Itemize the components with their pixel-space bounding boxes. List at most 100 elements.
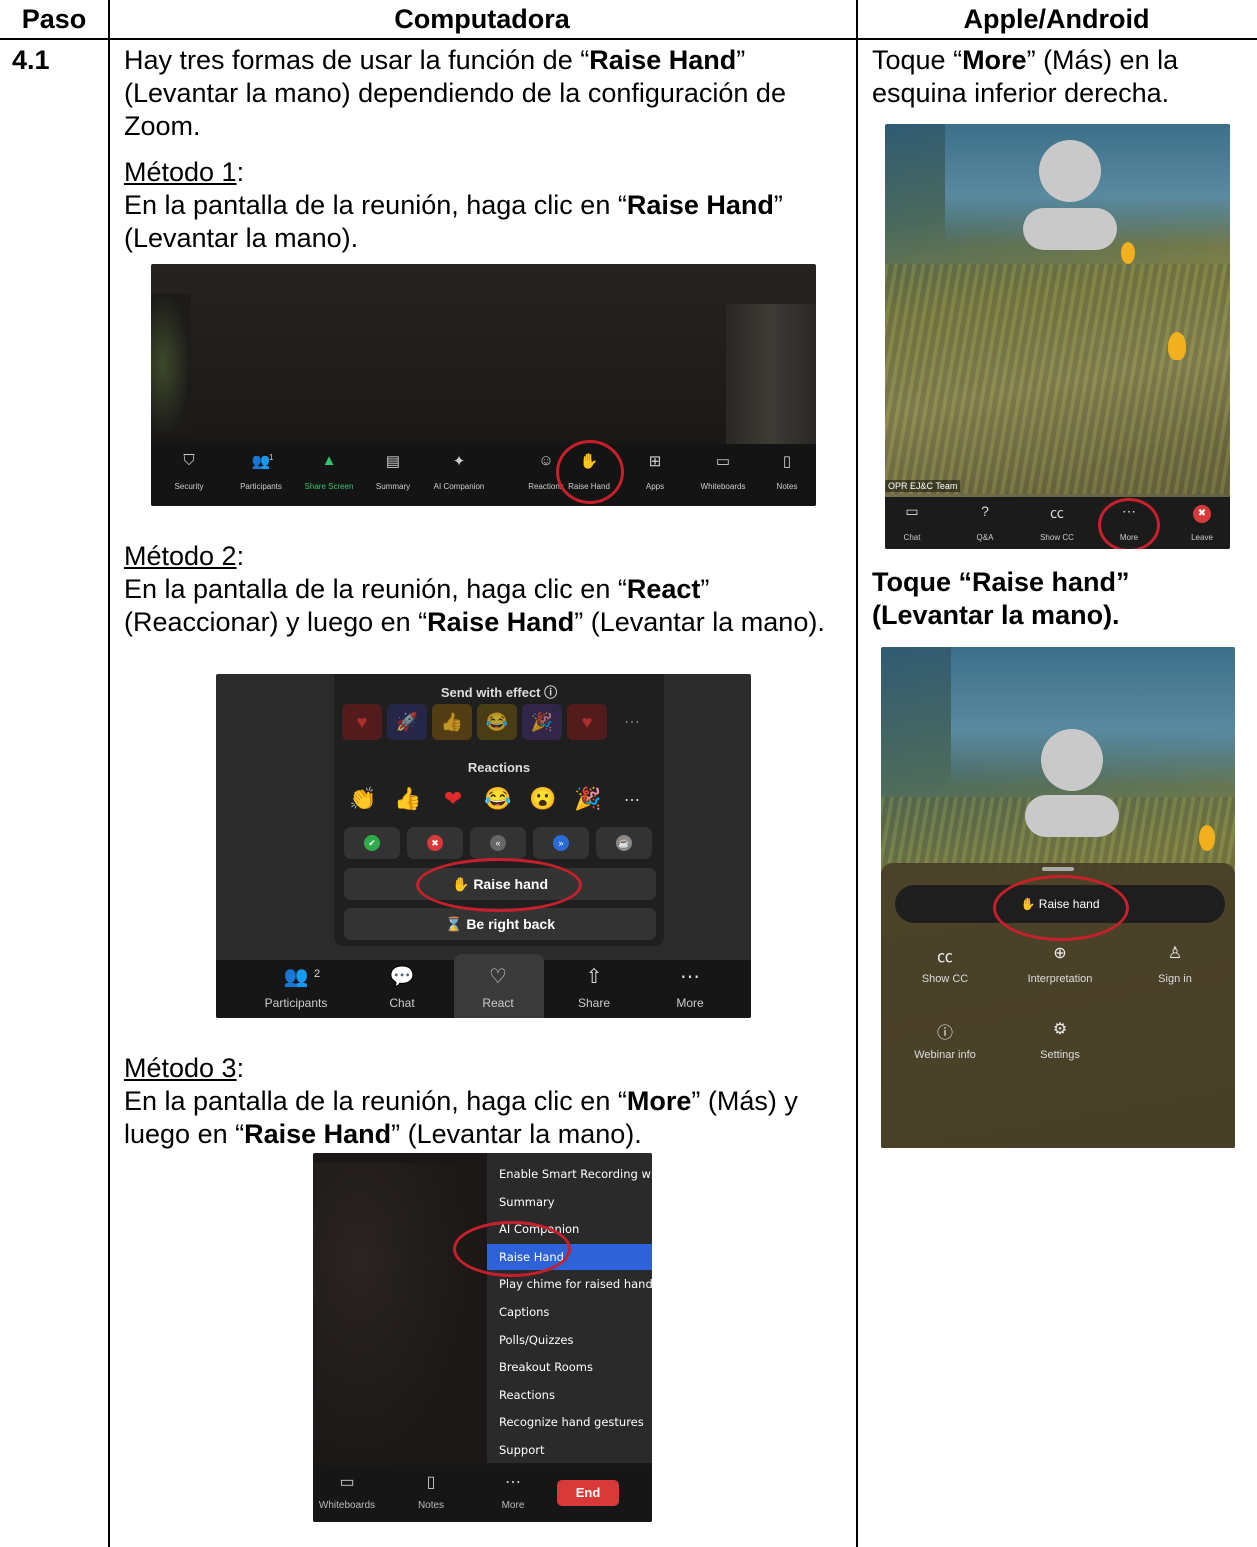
- sparkle-icon[interactable]: ✦: [449, 452, 469, 470]
- header-computer: Computadora: [394, 4, 570, 34]
- sheet-item-sign-in[interactable]: Sign in: [1125, 973, 1225, 985]
- person-silhouette: [313, 1163, 483, 1483]
- toolbar-label-chat: Chat: [389, 996, 415, 1010]
- more-icon[interactable]: ⋯: [501, 1472, 525, 1492]
- highlight-ring: [453, 1221, 571, 1277]
- status-button-0[interactable]: ✔: [344, 827, 400, 859]
- shield-icon[interactable]: ⛉: [179, 452, 199, 469]
- method-1-text: Método 1: En la pantalla de la reunión, …: [124, 157, 783, 253]
- menu-item-recognize-hand-gestures[interactable]: Recognize hand gestures: [487, 1409, 652, 1435]
- emoji-reaction-1[interactable]: 👍: [391, 786, 425, 812]
- participants-icon[interactable]: 👥: [251, 452, 271, 470]
- participants-icon[interactable]: 👥: [282, 964, 310, 989]
- mobile-step-1-text: Toque “More” (Más) en la esquina inferio…: [872, 45, 1179, 108]
- more-reactions-icon[interactable]: ⋯: [624, 790, 640, 810]
- closed-caption-icon[interactable]: ㏄: [1045, 503, 1069, 523]
- share-icon[interactable]: ⇧: [580, 964, 608, 989]
- globe-icon[interactable]: ⊕: [1048, 943, 1072, 963]
- status-button-4[interactable]: ☕: [596, 827, 652, 859]
- chat-icon[interactable]: 💬: [388, 964, 416, 989]
- hourglass-icon: ⌛: [444, 916, 463, 932]
- effect-0[interactable]: ♥: [342, 704, 382, 740]
- highlight-ring: [1098, 498, 1160, 549]
- qa-icon[interactable]: ?: [973, 503, 997, 519]
- menu-item-enable-smart-recording-wi[interactable]: Enable Smart Recording wi: [487, 1161, 652, 1187]
- person-icon[interactable]: ♙: [1163, 943, 1187, 963]
- whiteboard-icon[interactable]: ▭: [335, 1472, 359, 1492]
- be-right-back-button[interactable]: ⌛ Be right back: [344, 908, 656, 940]
- apps-icon[interactable]: ⊞: [645, 452, 665, 470]
- closed-caption-icon[interactable]: ㏄: [933, 943, 957, 967]
- highlight-ring: [993, 875, 1129, 941]
- column-divider: [108, 0, 110, 1547]
- header-divider: [0, 38, 1257, 40]
- heart-icon[interactable]: ♡: [484, 964, 512, 989]
- gear-icon[interactable]: ⚙: [1048, 1019, 1072, 1039]
- screenshot-method-2: Send with effect ⓘ ♥ 🚀 👍 😂 🎉 ♥ ⋯ Reactions 👏 👍 ❤…: [216, 674, 751, 1018]
- more-menu: Enable Smart Recording wi Summary AI Compa…: [487, 1153, 652, 1463]
- effect-5[interactable]: ♥: [567, 704, 607, 740]
- poppy-flower: [1121, 242, 1135, 264]
- send-with-effect-label: Send with effect ⓘ: [440, 685, 558, 700]
- participant-name-tag: OPR EJ&C Team: [885, 480, 961, 492]
- menu-item-captions[interactable]: Captions: [487, 1299, 652, 1325]
- toolbar-label-react: React: [482, 996, 514, 1010]
- effect-4[interactable]: 🎉: [522, 704, 562, 740]
- menu-item-breakout-rooms[interactable]: Breakout Rooms: [487, 1354, 652, 1380]
- emoji-reaction-3[interactable]: 😂: [481, 786, 515, 812]
- toolbar-label-notes: Notes: [417, 1500, 445, 1511]
- step-number: 4.1: [12, 45, 50, 75]
- share-screen-icon[interactable]: ▲: [319, 452, 339, 469]
- emoji-reaction-0[interactable]: 👏: [346, 786, 380, 812]
- effect-1[interactable]: 🚀: [387, 704, 427, 740]
- menu-item-support[interactable]: Support: [487, 1437, 652, 1463]
- method-2-text: Método 2: En la pantalla de la reunión, …: [124, 541, 825, 637]
- toolbar-label-leave: Leave: [1191, 533, 1213, 542]
- status-button-3[interactable]: »: [533, 827, 589, 859]
- toolbar-label-more: More: [501, 1500, 525, 1511]
- slower-icon: «: [490, 835, 506, 851]
- sheet-item-webinar-info[interactable]: Webinar info: [895, 1049, 995, 1061]
- more-icon[interactable]: ⋯: [676, 964, 704, 989]
- leave-icon[interactable]: ✖: [1193, 505, 1211, 523]
- toolbar-label-share: Share: [577, 996, 611, 1010]
- effect-3[interactable]: 😂: [477, 704, 517, 740]
- chat-icon[interactable]: ▭: [900, 503, 924, 520]
- sheet-item-show-cc[interactable]: Show CC: [895, 973, 995, 985]
- whiteboard-icon[interactable]: ▭: [713, 452, 733, 470]
- menu-item-summary[interactable]: Summary: [487, 1189, 652, 1215]
- notes-icon[interactable]: ▯: [777, 452, 797, 470]
- toolbar-label-q-a: Q&A: [976, 533, 994, 542]
- status-button-2[interactable]: «: [470, 827, 526, 859]
- sheet-item-interpretation[interactable]: Interpretation: [1010, 973, 1110, 985]
- effect-2[interactable]: 👍: [432, 704, 472, 740]
- highlight-ring: [556, 440, 624, 504]
- background-plant: [151, 294, 191, 434]
- end-button[interactable]: End: [557, 1480, 619, 1506]
- no-icon: ✖: [427, 835, 443, 851]
- screenshot-method-1: ⛉ Security 👥 Participants ▲ Share Screen ▤ Summ…: [151, 264, 816, 506]
- toolbar: ▭ Whiteboards ▯ Notes ⋯ More End: [313, 1466, 652, 1522]
- more-effects-icon[interactable]: ⋯: [624, 712, 640, 732]
- info-icon: ⓘ: [544, 685, 558, 700]
- toolbar-label-more: More: [676, 996, 704, 1010]
- toolbar-label-show-cc: Show CC: [1040, 533, 1074, 542]
- toolbar: 👥 Participants 💬 Chat ♡ React ⇧ Share ⋯ More 2: [216, 954, 751, 1018]
- participant-count: 2: [314, 968, 321, 980]
- intro-text: Hay tres formas de usar la función de “R…: [124, 45, 786, 141]
- emoji-reaction-4[interactable]: 😮: [526, 786, 560, 812]
- emoji-reaction-2[interactable]: ❤: [436, 786, 470, 812]
- emoji-reaction-5[interactable]: 🎉: [571, 786, 605, 812]
- sheet-item-settings[interactable]: Settings: [1010, 1049, 1110, 1061]
- status-button-1[interactable]: ✖: [407, 827, 463, 859]
- toolbar-label-security: Security: [174, 482, 204, 491]
- menu-item-reactions[interactable]: Reactions: [487, 1382, 652, 1408]
- menu-item-polls-quizzes[interactable]: Polls/Quizzes: [487, 1327, 652, 1353]
- mobile-step-2-text: Toque “Raise hand” (Levantar la mano).: [872, 567, 1130, 630]
- summary-icon[interactable]: ▤: [383, 452, 403, 470]
- notes-icon[interactable]: ▯: [419, 1472, 443, 1492]
- reactions-label: Reactions: [467, 760, 531, 775]
- avatar-placeholder-body: [1023, 208, 1117, 250]
- reaction-icon[interactable]: ☺: [536, 452, 556, 469]
- info-icon[interactable]: ⓘ: [933, 1019, 957, 1043]
